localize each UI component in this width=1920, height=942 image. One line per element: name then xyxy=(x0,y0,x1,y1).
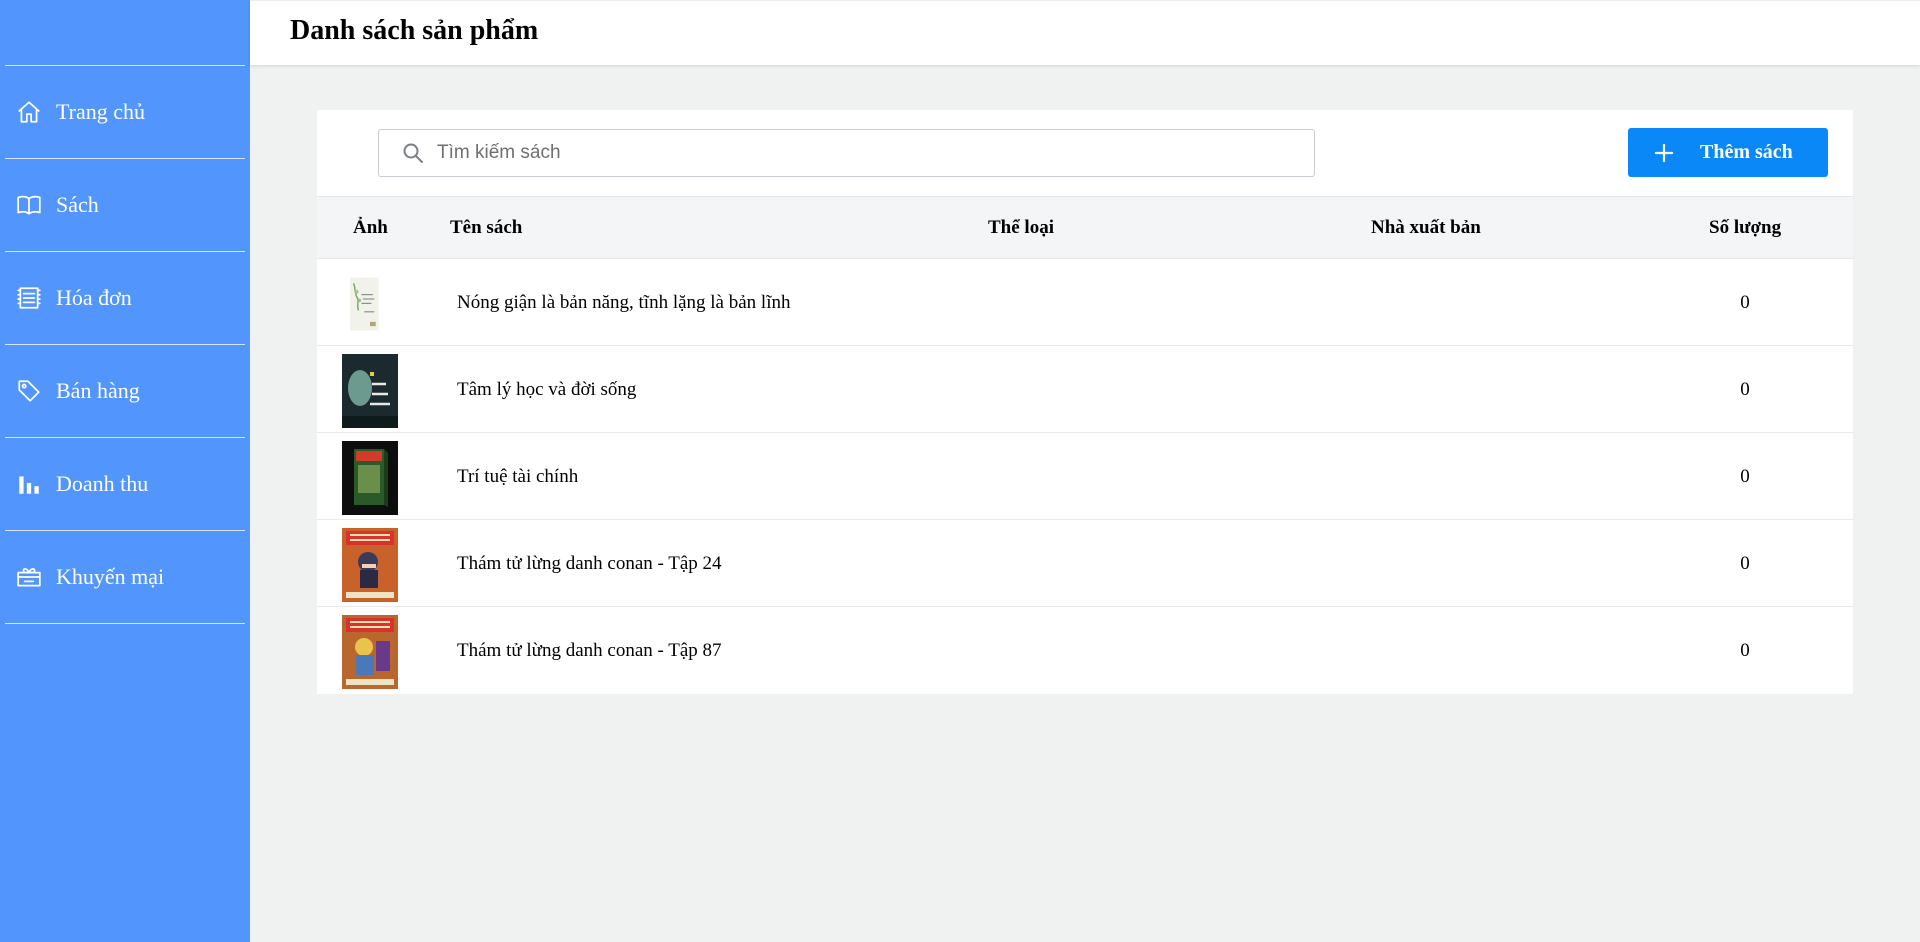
book-quantity: 0 xyxy=(1740,379,1750,400)
book-quantity: 0 xyxy=(1740,292,1750,313)
book-name: Thám tử lừng danh conan - Tập 24 xyxy=(457,553,722,574)
table-row[interactable]: Tâm lý học và đời sống 0 xyxy=(317,346,1853,433)
column-header-category: Thể loại xyxy=(988,217,1054,238)
sidebar-item-sales[interactable]: Bán hàng xyxy=(5,345,245,438)
add-book-button[interactable]: Thêm sách xyxy=(1628,128,1828,177)
book-quantity: 0 xyxy=(1740,466,1750,487)
table-row[interactable]: Nóng giận là bản năng, tĩnh lặng là bản … xyxy=(317,259,1853,346)
table-row[interactable]: Thám tử lừng danh conan - Tập 87 0 xyxy=(317,607,1853,694)
table-header: Ảnh Tên sách Thể loại Nhà xuất bản Số lư… xyxy=(317,196,1853,259)
book-quantity: 0 xyxy=(1740,553,1750,574)
sidebar-item-label: Hóa đơn xyxy=(56,285,132,310)
receipt-icon xyxy=(14,283,44,313)
book-name: Nóng giận là bản năng, tĩnh lặng là bản … xyxy=(457,292,791,313)
column-header-image: Ảnh xyxy=(353,217,388,238)
table-row[interactable]: Trí tuệ tài chính 0 xyxy=(317,433,1853,520)
sidebar-item-label: Doanh thu xyxy=(56,471,149,496)
tag-icon xyxy=(14,376,44,406)
sidebar-item-label: Bán hàng xyxy=(56,378,140,403)
home-icon xyxy=(14,97,44,127)
top-header: Danh sách sản phẩm xyxy=(250,1,1920,65)
search-icon xyxy=(401,141,425,165)
book-icon xyxy=(14,190,44,220)
sidebar-item-home[interactable]: Trang chủ xyxy=(5,66,245,159)
sidebar-item-revenue[interactable]: Doanh thu xyxy=(5,438,245,531)
sidebar-item-label: Trang chủ xyxy=(56,99,146,124)
book-cover-image xyxy=(342,528,398,602)
sidebar-item-promotions[interactable]: Khuyến mại xyxy=(5,531,245,624)
book-name: Trí tuệ tài chính xyxy=(457,466,579,487)
book-name: Thám tử lừng danh conan - Tập 87 xyxy=(457,640,722,661)
plus-icon xyxy=(1652,141,1676,165)
sidebar-item-invoices[interactable]: Hóa đơn xyxy=(5,252,245,345)
book-cover-image xyxy=(342,615,398,689)
column-header-quantity: Số lượng xyxy=(1709,217,1782,238)
sidebar-item-books[interactable]: Sách xyxy=(5,159,245,252)
sidebar-item-label: Sách xyxy=(56,192,99,217)
table-row[interactable]: Thám tử lừng danh conan - Tập 24 0 xyxy=(317,520,1853,607)
search-input[interactable] xyxy=(437,142,1297,164)
sidebar-logo-area xyxy=(5,0,245,66)
gift-icon xyxy=(14,562,44,592)
bar-chart-icon xyxy=(14,469,44,499)
product-list-card: Thêm sách Ảnh Tên sách Thể loại Nhà xuất… xyxy=(317,110,1853,694)
book-name: Tâm lý học và đời sống xyxy=(457,379,637,400)
search-box[interactable] xyxy=(378,129,1315,177)
book-cover-image xyxy=(350,277,379,331)
column-header-name: Tên sách xyxy=(450,217,523,238)
add-book-button-label: Thêm sách xyxy=(1700,141,1793,163)
table-body: Nóng giận là bản năng, tĩnh lặng là bản … xyxy=(317,259,1853,694)
column-header-publisher: Nhà xuất bản xyxy=(1371,217,1481,238)
sidebar: Trang chủ Sách Hóa đơn Bán hàng Doanh th… xyxy=(0,0,250,942)
page-title: Danh sách sản phẩm xyxy=(290,15,539,46)
book-cover-image xyxy=(342,441,398,515)
book-cover-image xyxy=(342,354,398,428)
book-quantity: 0 xyxy=(1740,640,1750,661)
sidebar-item-label: Khuyến mại xyxy=(56,564,165,589)
